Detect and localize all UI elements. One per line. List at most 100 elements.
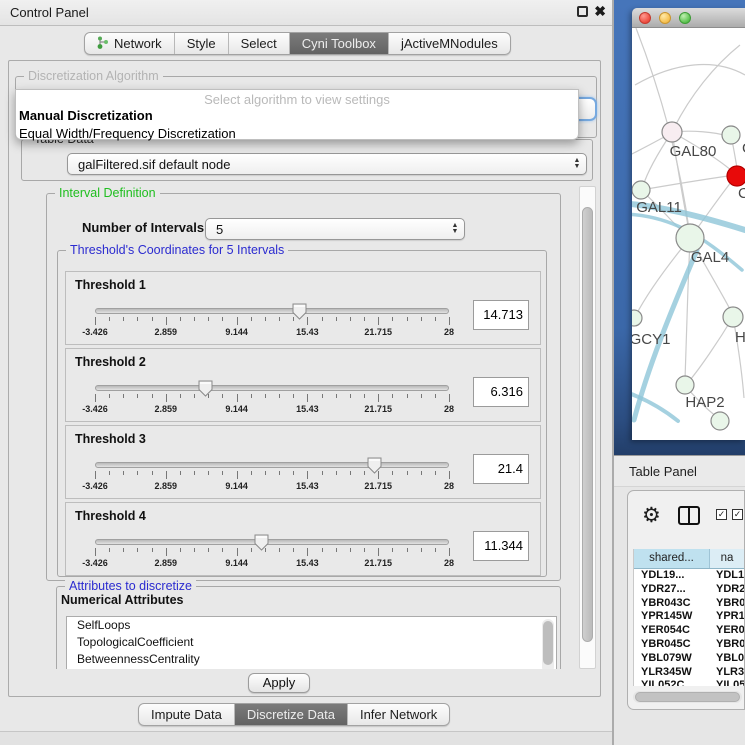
table-cell: YDL19...	[710, 569, 744, 583]
minimize-traffic-light-icon[interactable]	[659, 12, 671, 24]
tick-mark	[307, 317, 308, 325]
network-edge	[632, 136, 666, 160]
scale-label: 9.144	[225, 481, 248, 491]
table-row[interactable]: YDL19...YDL19...	[634, 569, 744, 583]
tick-mark	[350, 548, 351, 552]
table-cell: YBL079W	[634, 652, 710, 666]
network-node[interactable]	[676, 224, 704, 252]
slider-track[interactable]	[95, 385, 449, 391]
table-row[interactable]: YLR345WYLR345W	[634, 666, 744, 680]
tick-mark	[237, 471, 238, 479]
checkbox-checked-icon[interactable]: ✓	[732, 509, 743, 520]
table-horizontal-scrollbar[interactable]	[633, 691, 742, 703]
attribute-list-item[interactable]: BetweennessCentrality	[67, 651, 556, 668]
network-node[interactable]	[727, 166, 745, 186]
slider-track[interactable]	[95, 308, 449, 314]
tab-discretize-data[interactable]: Discretize Data	[235, 704, 348, 725]
tick-mark	[322, 471, 323, 475]
number-of-intervals-combo[interactable]: 5 ▲▼	[205, 218, 465, 240]
tick-mark	[421, 317, 422, 321]
slider-track[interactable]	[95, 539, 449, 545]
tick-mark	[137, 548, 138, 552]
attribute-list-item[interactable]: TopologicalCoefficient	[67, 634, 556, 651]
tick-mark	[350, 471, 351, 475]
tick-mark	[364, 394, 365, 398]
apply-button[interactable]: Apply	[248, 673, 310, 693]
scale-label: 21.715	[364, 558, 392, 568]
threshold-value-field[interactable]: 11.344	[473, 531, 529, 561]
scrollbar-thumb[interactable]	[543, 621, 553, 665]
node-table[interactable]: shared... na YDL19...YDL19...YDR27...YDR…	[633, 549, 744, 686]
network-view-window[interactable]: GAL80GACGAL11GAL4GCY1HHAP2	[632, 8, 745, 440]
network-node[interactable]	[632, 181, 650, 199]
network-node[interactable]	[723, 307, 743, 327]
threshold-value-field[interactable]: 21.4	[473, 454, 529, 484]
tab-network[interactable]: Network	[85, 33, 175, 54]
attributes-scrollbar[interactable]	[542, 619, 554, 669]
network-node[interactable]	[711, 412, 729, 430]
tab-select[interactable]: Select	[229, 33, 290, 54]
close-icon[interactable]: ✖	[594, 6, 606, 17]
close-traffic-light-icon[interactable]	[639, 12, 651, 24]
scale-label: 28	[444, 481, 454, 491]
table-row[interactable]: YDR27...YDR27...	[634, 583, 744, 597]
table-data-combo[interactable]: galFiltered.sif default node ▲▼	[67, 153, 587, 175]
table-row[interactable]: YPR145WYPR145W	[634, 610, 744, 624]
slider-track[interactable]	[95, 462, 449, 468]
float-window-icon[interactable]	[577, 6, 588, 17]
zoom-traffic-light-icon[interactable]	[679, 12, 691, 24]
tab-impute-data[interactable]: Impute Data	[139, 704, 235, 725]
scale-label: 2.859	[155, 481, 178, 491]
network-node[interactable]	[662, 122, 682, 142]
tab-infer-network[interactable]: Infer Network	[348, 704, 449, 725]
tab-cyni-toolbox[interactable]: Cyni Toolbox	[290, 33, 389, 54]
tick-mark	[364, 471, 365, 475]
algorithm-option[interactable]: Equal Width/Frequency Discretization	[16, 125, 578, 143]
table-row[interactable]: YER054CYER054C	[634, 624, 744, 638]
tick-mark	[322, 394, 323, 398]
tick-mark	[222, 317, 223, 321]
tick-mark	[336, 394, 337, 398]
tab-jactivemnodules[interactable]: jActiveMNodules	[389, 33, 510, 54]
network-node[interactable]	[632, 310, 642, 326]
table-row[interactable]: YBR045CYBR045C	[634, 638, 744, 652]
scrollbar-thumb[interactable]	[635, 692, 740, 702]
network-node-label: GAL4	[691, 249, 729, 266]
split-columns-icon[interactable]	[678, 506, 700, 525]
tick-mark	[123, 394, 124, 398]
table-row[interactable]: YIL052CYIL052C	[634, 679, 744, 686]
table-cell: YLR345W	[710, 666, 744, 680]
gear-icon[interactable]: ⚙	[642, 503, 661, 528]
tab-style[interactable]: Style	[175, 33, 229, 54]
network-node[interactable]	[722, 126, 740, 144]
network-desktop: GAL80GACGAL11GAL4GCY1HHAP2	[614, 0, 745, 455]
scrollbar-thumb[interactable]	[582, 207, 593, 642]
scale-label: -3.426	[82, 404, 108, 414]
tick-mark	[208, 548, 209, 552]
algorithm-option[interactable]: Manual Discretization	[16, 107, 578, 125]
table-toolbar: ⚙ ✓ ✓	[628, 491, 744, 547]
table-cell: YPR145W	[710, 610, 744, 624]
network-canvas[interactable]: GAL80GACGAL11GAL4GCY1HHAP2	[632, 28, 745, 440]
threshold-value-field[interactable]: 14.713	[473, 300, 529, 330]
table-cell: YBL079W	[710, 652, 744, 666]
numerical-attributes-list[interactable]: SelfLoopsTopologicalCoefficientBetweenne…	[66, 616, 557, 669]
attribute-list-item[interactable]: SelfLoops	[67, 617, 556, 634]
column-header[interactable]: shared...	[634, 549, 710, 568]
tick-mark	[208, 394, 209, 398]
scale-label: 28	[444, 404, 454, 414]
network-node[interactable]	[676, 376, 694, 394]
checkbox-checked-icon[interactable]: ✓	[716, 509, 727, 520]
tick-mark	[109, 548, 110, 552]
scale-label: 9.144	[225, 404, 248, 414]
threshold-panel: Threshold 2-3.4262.8599.14415.4321.71528…	[65, 348, 541, 422]
tick-mark	[208, 471, 209, 475]
settings-scrollbar[interactable]	[579, 186, 596, 669]
group-title: Attributes to discretize	[65, 579, 196, 593]
threshold-value-field[interactable]: 6.316	[473, 377, 529, 407]
tick-mark	[293, 471, 294, 475]
table-row[interactable]: YBR043CYBR043C	[634, 597, 744, 611]
table-row[interactable]: YBL079WYBL079W	[634, 652, 744, 666]
tick-mark	[435, 394, 436, 398]
column-header[interactable]: na	[710, 549, 744, 568]
